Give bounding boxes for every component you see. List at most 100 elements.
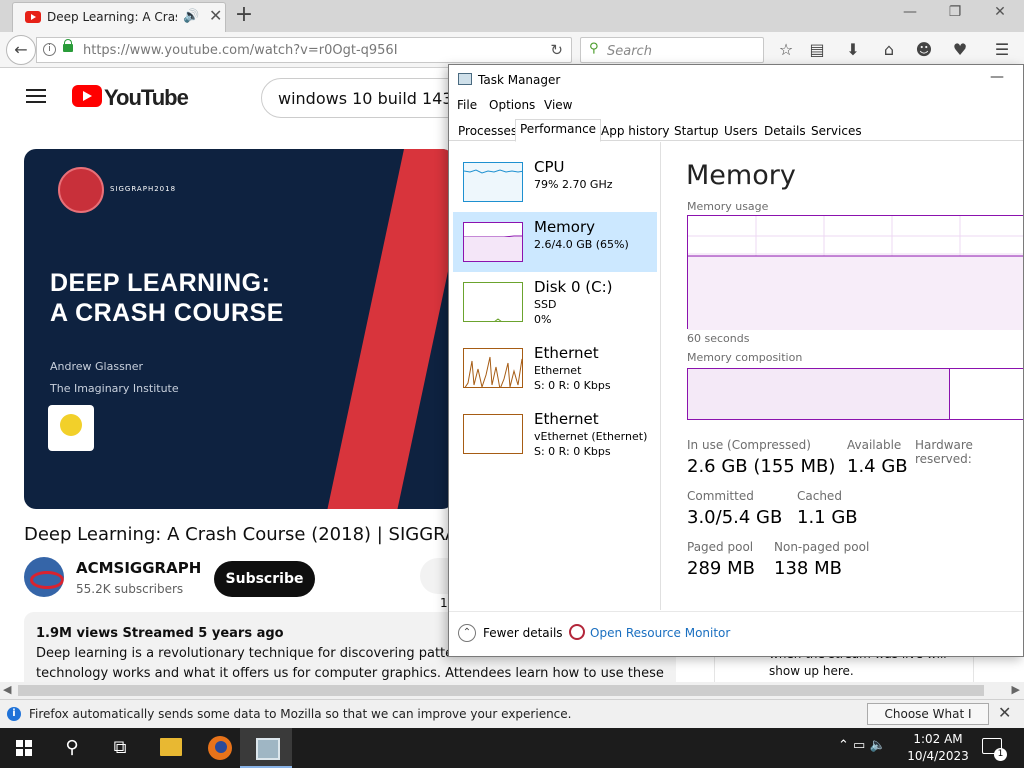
home-icon[interactable]: ⌂ [877, 38, 901, 62]
thumbnail-badge-text: SIGGRAPH2018 [110, 185, 177, 193]
download-icon[interactable]: ⬇ [841, 38, 865, 62]
memory-composition-label: Memory composition [687, 351, 803, 364]
perf-disk-name: Disk 0 (C:) [534, 278, 613, 296]
disk-sparkline [494, 318, 502, 321]
start-button[interactable] [0, 728, 48, 768]
reload-icon[interactable]: ↻ [550, 41, 563, 59]
tab-details[interactable]: Details [759, 121, 811, 141]
speaker-icon[interactable]: 🔊 [183, 9, 199, 24]
memory-composition-bar [687, 368, 1023, 420]
resource-monitor-icon[interactable] [569, 624, 585, 640]
tab-users[interactable]: Users [719, 121, 763, 141]
firefox-icon[interactable] [208, 736, 232, 760]
channel-name[interactable]: ACMSIGGRAPH [76, 559, 201, 577]
horizontal-scrollbar[interactable]: ◀ ▶ [0, 682, 1024, 699]
minimize-icon[interactable]: — [990, 69, 1004, 85]
choose-what-i-share-button[interactable]: Choose What I Share [867, 703, 989, 741]
fewer-details-link[interactable]: Fewer details [483, 626, 563, 640]
restore-window-button[interactable]: ❐ [943, 4, 967, 20]
tab-startup[interactable]: Startup [669, 121, 724, 141]
perf-item-memory[interactable]: Memory 2.6/4.0 GB (65%) [453, 212, 657, 272]
menu-options[interactable]: Options [489, 98, 535, 112]
perf-item-disk[interactable]: Disk 0 (C:) SSD 0% [453, 272, 657, 332]
perf-item-ethernet-2[interactable]: Ethernet vEthernet (Ethernet) S: 0 R: 0 … [453, 404, 657, 464]
scroll-right-icon[interactable]: ▶ [1012, 683, 1020, 696]
nonpaged-pool-label: Non-paged pool [774, 540, 870, 554]
url-text[interactable]: https://www.youtube.com/watch?v=r0Ogt-q9… [83, 43, 398, 58]
network-icon[interactable]: ▭ [853, 738, 865, 753]
browser-tab-bar: Deep Learning: A Cras... 🔊 ✕ + — ❐ ✕ [0, 0, 1024, 32]
close-window-button[interactable]: ✕ [988, 4, 1012, 20]
menu-view[interactable]: View [544, 98, 572, 112]
cpu-thumbnail-graph [463, 162, 523, 202]
bookmark-star-icon[interactable]: ☆ [774, 38, 798, 62]
youtube-logo-icon[interactable] [72, 85, 102, 107]
search-placeholder: Search [607, 44, 652, 59]
new-tab-button[interactable]: + [234, 3, 254, 27]
thumbnail-author: Andrew Glassner [50, 360, 144, 373]
video-player[interactable]: SIGGRAPH2018 DEEP LEARNING: A CRASH COUR… [24, 149, 454, 509]
task-manager-taskbar-icon[interactable] [240, 728, 292, 768]
system-tray[interactable]: ⌃ ▭ 🔈 [838, 738, 886, 753]
memory-usage-svg [688, 216, 1023, 330]
minimize-window-button[interactable]: — [898, 4, 922, 20]
chevron-up-icon[interactable]: ⌃ [458, 624, 476, 642]
close-tab-icon[interactable]: ✕ [209, 6, 222, 25]
menu-file[interactable]: File [457, 98, 477, 112]
perf-cpu-sub: 79% 2.70 GHz [534, 178, 613, 191]
perf-ethernet2-sub1: vEthernet (Ethernet) [534, 430, 648, 443]
browser-search-box[interactable]: ⚲ Search [580, 37, 764, 63]
lightbulb-icon [48, 405, 94, 451]
pocket-icon[interactable]: ♥ [948, 38, 972, 62]
task-manager-titlebar[interactable]: Task Manager — [449, 65, 1023, 95]
in-use-value: 2.6 GB (155 MB) [687, 456, 836, 477]
info-icon[interactable]: i [43, 43, 56, 56]
taskbar-clock[interactable]: 1:02 AM 10/4/2023 [900, 731, 976, 765]
memory-usage-graph [687, 215, 1023, 330]
cached-label: Cached [797, 489, 842, 503]
open-resource-monitor-link[interactable]: Open Resource Monitor [590, 626, 730, 640]
windows-logo-icon [16, 740, 32, 756]
reading-list-icon[interactable]: ▤ [805, 38, 829, 62]
memory-thumbnail-graph [463, 222, 523, 262]
browser-tab[interactable]: Deep Learning: A Cras... 🔊 ✕ [12, 2, 226, 32]
tab-app-history[interactable]: App history [596, 121, 675, 141]
ethernet-sparkline [464, 356, 522, 387]
tab-performance[interactable]: Performance [515, 119, 602, 142]
hamburger-menu-icon[interactable]: ☰ [990, 38, 1014, 62]
perf-item-ethernet-1[interactable]: Ethernet Ethernet S: 0 R: 0 Kbps [453, 338, 657, 398]
lock-icon[interactable] [63, 39, 73, 52]
hello-icon[interactable]: ☻ [912, 38, 936, 62]
close-notification-icon[interactable]: ✕ [998, 703, 1011, 722]
url-bar[interactable]: i https://www.youtube.com/watch?v=r0Ogt-… [36, 37, 572, 63]
notification-count-badge: 1 [994, 748, 1007, 761]
scrollbar-thumb[interactable] [18, 685, 984, 696]
info-icon: i [7, 707, 21, 721]
like-count: 1 [440, 596, 448, 610]
memory-sparkline [464, 235, 522, 261]
task-view-icon[interactable]: ⧉ [96, 737, 144, 758]
browser-nav-bar: i https://www.youtube.com/watch?v=r0Ogt-… [0, 32, 1024, 68]
perf-item-cpu[interactable]: CPU 79% 2.70 GHz [453, 152, 657, 212]
vethernet-thumbnail-graph [463, 414, 523, 454]
search-icon[interactable]: ⚲ [48, 737, 96, 758]
video-meta: 1.9M views Streamed 5 years ago [36, 626, 284, 641]
in-use-label: In use (Compressed) [687, 438, 811, 452]
file-explorer-icon[interactable] [160, 738, 182, 756]
tray-chevron-icon[interactable]: ⌃ [838, 738, 849, 753]
youtube-menu-icon[interactable] [26, 89, 46, 103]
description-line2: technology works and what it offers us f… [36, 666, 664, 681]
youtube-wordmark[interactable]: YouTube [104, 85, 189, 111]
channel-avatar[interactable] [24, 557, 64, 597]
volume-icon[interactable]: 🔈 [869, 738, 885, 753]
youtube-search-query: windows 10 build 14372 [278, 89, 473, 108]
available-value: 1.4 GB [847, 456, 908, 477]
clock-date: 10/4/2023 [907, 749, 969, 763]
scroll-left-icon[interactable]: ◀ [3, 683, 11, 696]
tab-processes[interactable]: Processes [453, 121, 522, 141]
thumbnail-title-line2: A CRASH COURSE [50, 299, 284, 327]
tab-services[interactable]: Services [806, 121, 867, 141]
back-button[interactable]: ← [6, 35, 36, 65]
subscribe-button[interactable]: Subscribe [214, 561, 315, 597]
memory-heading: Memory [686, 160, 796, 191]
